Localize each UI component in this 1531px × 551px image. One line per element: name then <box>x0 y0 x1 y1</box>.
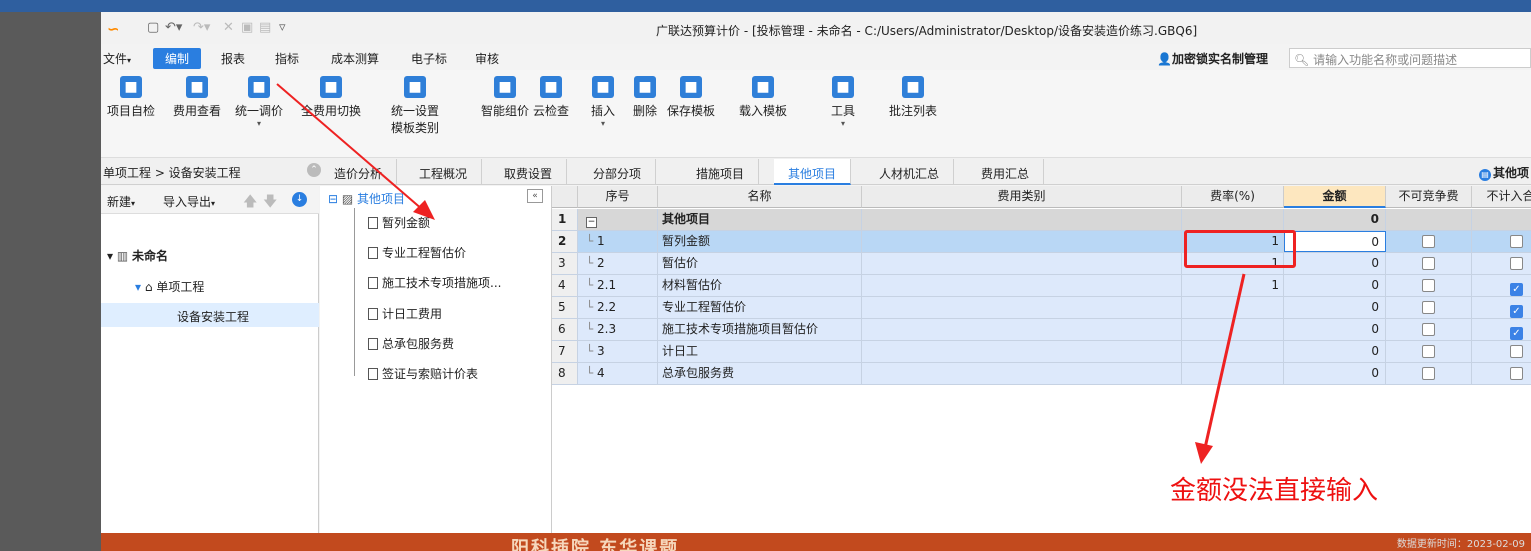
arrow-line-upper <box>276 83 424 211</box>
update-time-label: 数据更新时间：2023-02-09 <box>1396 539 1525 550</box>
amount-cell-highlight <box>1184 230 1296 268</box>
left-backdrop <box>0 12 101 551</box>
arrow-line-lower <box>1203 273 1246 449</box>
arrow-head-lower <box>1195 442 1213 464</box>
bottom-banner: 阳科插院 东华课题 数据更新时间：2023-02-09 <box>101 533 1531 551</box>
app-window: ∽ ▢ ↶▾ ↷▾ ✕ ▣ ▤ ▿ 广联达预算计价 - [投标管理 - 未命名 … <box>101 12 1531 533</box>
annotation-arrows <box>276 83 1246 464</box>
banner-text: 阳科插院 东华课题 <box>511 538 680 551</box>
top-frame-bar <box>0 0 1531 12</box>
annotation-text: 金额没法直接输入 <box>1170 476 1379 506</box>
